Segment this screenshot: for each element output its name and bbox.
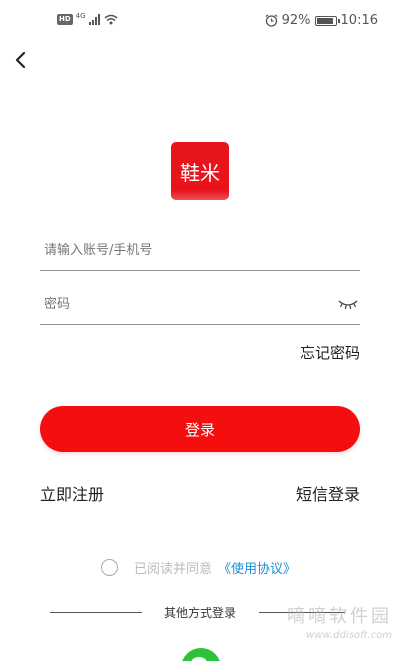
watermark-sub: www.ddisoft.com	[306, 630, 392, 641]
account-input[interactable]	[44, 237, 324, 263]
agreement-checkbox[interactable]	[101, 558, 118, 576]
login-button[interactable]: 登录	[40, 406, 360, 452]
battery-percent: 92%	[281, 13, 311, 28]
register-link[interactable]: 立即注册	[40, 481, 104, 505]
agreement-text: 已阅读并同意	[134, 561, 213, 577]
status-left: HD 4G	[57, 11, 118, 25]
terms-link[interactable]: 《使用协议》	[218, 558, 296, 577]
wechat-login-icon[interactable]	[181, 648, 221, 661]
password-input[interactable]	[44, 291, 324, 317]
divider-line-left	[50, 612, 142, 613]
status-time: 10:16	[340, 13, 378, 28]
status-right: 92% 10:16	[265, 13, 378, 28]
status-bar: HD 4G 92% 10:16	[0, 0, 400, 40]
network-type: 4G	[75, 11, 86, 20]
password-field[interactable]	[40, 285, 360, 325]
alarm-icon	[265, 14, 278, 27]
signal-icon	[88, 14, 100, 25]
watermark-main: 嘀嘀软件园	[287, 606, 392, 627]
forgot-password-link[interactable]: 忘记密码	[300, 342, 360, 363]
other-login-label: 其他方式登录	[164, 606, 237, 620]
watermark: 嘀嘀软件园 www.ddisoft.com	[262, 602, 392, 641]
app-logo: 鞋米	[171, 142, 229, 200]
sms-login-link[interactable]: 短信登录	[296, 481, 360, 505]
battery-icon	[314, 15, 340, 26]
wifi-icon	[104, 14, 118, 25]
back-button[interactable]	[10, 48, 34, 72]
battery-fill	[316, 17, 333, 24]
agreement-row: 已阅读并同意 《使用协议》	[101, 557, 296, 577]
chevron-left-icon	[15, 51, 26, 69]
eye-closed-icon[interactable]	[338, 297, 358, 311]
account-field[interactable]	[40, 231, 360, 271]
hd-badge: HD	[57, 14, 73, 25]
